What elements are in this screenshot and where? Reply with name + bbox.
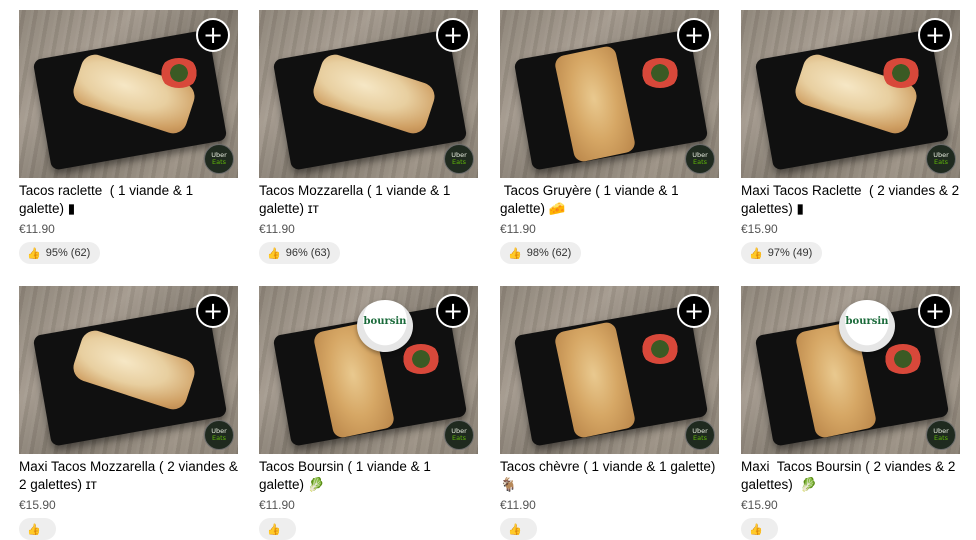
boursin-cheese-image: boursin bbox=[839, 300, 895, 352]
uber-eats-logo-icon: Uber Eats bbox=[444, 144, 474, 174]
menu-item-card[interactable]: boursin + Uber Eats Tacos Boursin ( 1 via… bbox=[259, 286, 478, 540]
item-photo[interactable]: + Uber Eats bbox=[500, 10, 719, 178]
rating-badge: 👍 bbox=[500, 518, 537, 540]
item-price: €15.90 bbox=[741, 222, 778, 236]
rating-badge: 👍 98% (62) bbox=[500, 242, 582, 264]
thumbs-up-icon: 👍 bbox=[27, 246, 41, 260]
item-photo[interactable]: boursin + Uber Eats bbox=[741, 286, 960, 454]
item-photo[interactable]: + Uber Eats bbox=[19, 10, 238, 178]
uber-eats-logo-icon: Uber Eats bbox=[204, 420, 234, 450]
add-to-cart-button[interactable]: + bbox=[677, 294, 711, 328]
uber-eats-logo-icon: Uber Eats bbox=[444, 420, 474, 450]
uber-eats-logo-icon: Uber Eats bbox=[685, 144, 715, 174]
thumbs-up-icon: 👍 bbox=[267, 522, 281, 536]
salad-garnish bbox=[883, 344, 923, 374]
rating-text: 97% (49) bbox=[767, 247, 813, 259]
rating-badge: 👍 96% (63) bbox=[259, 242, 341, 264]
item-price: €11.90 bbox=[500, 498, 536, 512]
menu-item-card[interactable]: + Uber Eats Maxi Tacos Raclette ( 2 viand… bbox=[741, 10, 960, 264]
menu-item-card[interactable]: + Uber Eats Tacos Mozzarella ( 1 viande &… bbox=[259, 10, 478, 264]
thumbs-up-icon: 👍 bbox=[749, 246, 763, 260]
menu-item-card[interactable]: + Uber Eats Maxi Tacos Mozzarella ( 2 via… bbox=[19, 286, 238, 540]
item-title: Maxi Tacos Raclette ( 2 viandes & 2 gale… bbox=[741, 183, 960, 216]
salad-garnish bbox=[881, 58, 921, 88]
thumbs-up-icon: 👍 bbox=[267, 246, 281, 260]
thumbs-up-icon: 👍 bbox=[749, 522, 763, 536]
item-photo[interactable]: + Uber Eats bbox=[741, 10, 960, 178]
rating-text: 96% (63) bbox=[285, 247, 331, 259]
uber-eats-logo-icon: Uber Eats bbox=[204, 144, 234, 174]
rating-badge: 👍 95% (62) bbox=[19, 242, 101, 264]
add-to-cart-button[interactable]: + bbox=[436, 294, 470, 328]
salad-garnish bbox=[640, 334, 680, 364]
item-title: Tacos chèvre ( 1 viande & 1 galette) 🐐 bbox=[500, 459, 719, 492]
thumbs-up-icon: 👍 bbox=[508, 246, 522, 260]
item-title: Tacos raclette ( 1 viande & 1 galette) ▮ bbox=[19, 183, 197, 216]
thumbs-up-icon: 👍 bbox=[27, 522, 41, 536]
item-photo[interactable]: + Uber Eats bbox=[19, 286, 238, 454]
item-price: €11.90 bbox=[259, 498, 295, 512]
rating-badge: 👍 97% (49) bbox=[741, 242, 823, 264]
menu-item-card[interactable]: + Uber Eats Tacos raclette ( 1 viande & 1… bbox=[19, 10, 238, 264]
item-price: €15.90 bbox=[741, 498, 778, 512]
item-title: Tacos Mozzarella ( 1 viande & 1 galette)… bbox=[259, 183, 455, 216]
add-to-cart-button[interactable]: + bbox=[918, 18, 952, 52]
rating-badge: 👍 bbox=[259, 518, 296, 540]
uber-eats-logo-icon: Uber Eats bbox=[926, 144, 956, 174]
add-to-cart-button[interactable]: + bbox=[196, 294, 230, 328]
item-photo[interactable]: + Uber Eats bbox=[500, 286, 719, 454]
item-price: €11.90 bbox=[19, 222, 55, 236]
add-to-cart-button[interactable]: + bbox=[196, 18, 230, 52]
add-to-cart-button[interactable]: + bbox=[918, 294, 952, 328]
rating-badge: 👍 bbox=[741, 518, 778, 540]
rating-badge: 👍 bbox=[19, 518, 56, 540]
thumbs-up-icon: 👍 bbox=[508, 522, 522, 536]
add-to-cart-button[interactable]: + bbox=[677, 18, 711, 52]
item-price: €15.90 bbox=[19, 498, 56, 512]
item-photo[interactable]: boursin + Uber Eats bbox=[259, 286, 478, 454]
item-title: Maxi Tacos Boursin ( 2 viandes & 2 galet… bbox=[741, 459, 960, 492]
add-to-cart-button[interactable]: + bbox=[436, 18, 470, 52]
uber-eats-logo-icon: Uber Eats bbox=[685, 420, 715, 450]
item-title: Tacos Boursin ( 1 viande & 1 galette) 🥬 bbox=[259, 459, 435, 492]
rating-text: 95% (62) bbox=[45, 247, 91, 259]
item-title: Tacos Gruyère ( 1 viande & 1 galette) 🧀 bbox=[500, 183, 683, 216]
item-price: €11.90 bbox=[259, 222, 295, 236]
item-price: €11.90 bbox=[500, 222, 536, 236]
item-title: Maxi Tacos Mozzarella ( 2 viandes & 2 ga… bbox=[19, 459, 238, 492]
rating-text: 98% (62) bbox=[526, 247, 572, 259]
salad-garnish bbox=[401, 344, 441, 374]
salad-garnish bbox=[159, 58, 199, 88]
item-photo[interactable]: + Uber Eats bbox=[259, 10, 478, 178]
menu-item-card[interactable]: + Uber Eats Tacos chèvre ( 1 viande & 1 g… bbox=[500, 286, 719, 540]
menu-item-card[interactable]: + Uber Eats Tacos Gruyère ( 1 viande & 1 … bbox=[500, 10, 719, 264]
uber-eats-logo-icon: Uber Eats bbox=[926, 420, 956, 450]
menu-item-card[interactable]: boursin + Uber Eats Maxi Tacos Boursin ( … bbox=[741, 286, 960, 540]
boursin-cheese-image: boursin bbox=[357, 300, 413, 352]
salad-garnish bbox=[640, 58, 680, 88]
